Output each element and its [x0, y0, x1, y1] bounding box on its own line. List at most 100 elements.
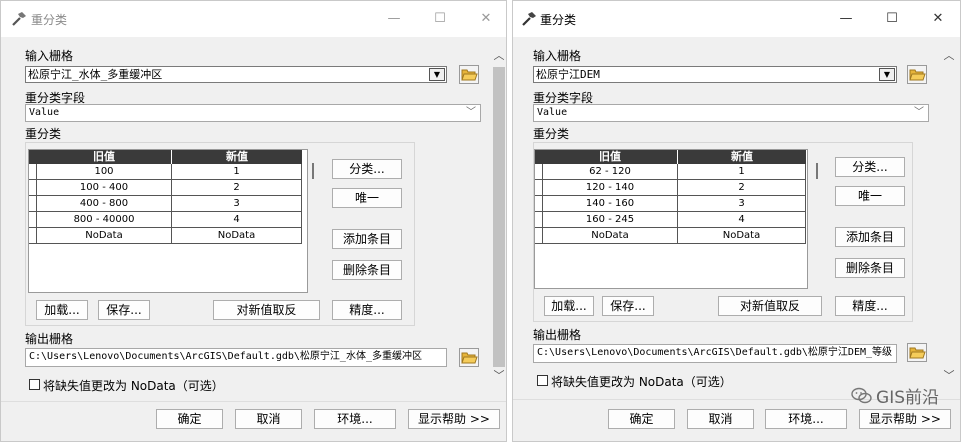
- table-cell-old[interactable]: 100: [37, 164, 172, 180]
- table-cell-new[interactable]: 1: [678, 164, 806, 180]
- watermark: GIS前沿: [851, 383, 939, 410]
- add-entry-button[interactable]: 添加条目: [332, 229, 402, 249]
- table-scroll-indicator: [312, 163, 314, 179]
- output-raster-value: C:\Users\Lenovo\Documents\ArcGIS\Default…: [537, 347, 893, 358]
- scroll-down-icon[interactable]: ﹀: [941, 367, 957, 383]
- input-raster-label: 输入栅格: [25, 49, 74, 63]
- minimize-button[interactable]: —: [823, 1, 869, 37]
- table-cell-old[interactable]: 62 - 120: [543, 164, 678, 180]
- table-cell-old[interactable]: NoData: [37, 228, 172, 244]
- environments-button[interactable]: 环境...: [314, 409, 396, 429]
- input-raster-value: 松原宁江DEM: [536, 68, 600, 81]
- output-raster-input[interactable]: C:\Users\Lenovo\Documents\ArcGIS\Default…: [25, 348, 447, 367]
- form-scrollbar[interactable]: ︿ ﹀: [491, 45, 506, 385]
- row-stub[interactable]: [29, 228, 37, 244]
- reclass-table[interactable]: 旧值 新值 100 1 100 - 400 2 400 - 800 3 800 …: [28, 149, 308, 293]
- table-cell-new[interactable]: 4: [678, 212, 806, 228]
- precision-button[interactable]: 精度...: [835, 296, 905, 316]
- row-stub[interactable]: [29, 196, 37, 212]
- minimize-button[interactable]: —: [371, 1, 417, 37]
- table-cell-new[interactable]: 2: [678, 180, 806, 196]
- ok-button[interactable]: 确定: [608, 409, 675, 429]
- wechat-icon: [851, 387, 873, 410]
- classify-button[interactable]: 分类...: [835, 157, 905, 177]
- output-raster-label: 输出栅格: [25, 332, 74, 346]
- scroll-thumb[interactable]: [493, 67, 505, 367]
- folder-open-icon[interactable]: [459, 348, 479, 367]
- chevron-down-icon[interactable]: ▼: [879, 68, 895, 81]
- delete-entry-button[interactable]: 删除条目: [332, 260, 402, 280]
- folder-open-icon[interactable]: [907, 343, 927, 362]
- save-button[interactable]: 保存...: [98, 300, 150, 320]
- maximize-button[interactable]: ☐: [869, 1, 915, 37]
- output-raster-input[interactable]: C:\Users\Lenovo\Documents\ArcGIS\Default…: [533, 344, 897, 363]
- folder-open-icon[interactable]: [459, 65, 479, 84]
- chevron-down-icon[interactable]: ▼: [429, 68, 445, 81]
- reclass-field-select[interactable]: Value ﹀: [533, 104, 929, 122]
- form-scrollbar[interactable]: ︿ ﹀: [941, 45, 957, 385]
- table-cell-new[interactable]: 2: [172, 180, 302, 196]
- table-cell-old[interactable]: 100 - 400: [37, 180, 172, 196]
- table-cell-new[interactable]: 4: [172, 212, 302, 228]
- table-cell-new[interactable]: NoData: [678, 228, 806, 244]
- table-cell-old[interactable]: NoData: [543, 228, 678, 244]
- table-cell-new[interactable]: 3: [172, 196, 302, 212]
- table-header-new[interactable]: 新值: [678, 150, 806, 164]
- row-stub[interactable]: [29, 212, 37, 228]
- ok-button[interactable]: 确定: [156, 409, 223, 429]
- title-bar[interactable]: 重分类 — ☐ ✕: [1, 1, 506, 37]
- nodata-checkbox-label: 将缺失值更改为 NoData（可选）: [43, 379, 224, 393]
- show-help-button[interactable]: 显示帮助 >>: [859, 409, 951, 429]
- row-stub[interactable]: [535, 212, 543, 228]
- load-button[interactable]: 加载...: [544, 296, 594, 316]
- load-button[interactable]: 加载...: [36, 300, 88, 320]
- reclassification-panel: 旧值 新值 100 1 100 - 400 2 400 - 800 3 800 …: [25, 142, 415, 326]
- row-stub[interactable]: [535, 228, 543, 244]
- table-header-old[interactable]: 旧值: [543, 150, 677, 164]
- reverse-new-values-button[interactable]: 对新值取反: [718, 296, 822, 316]
- chevron-down-icon: ﹀: [466, 107, 476, 118]
- cancel-button[interactable]: 取消: [687, 409, 754, 429]
- table-cell-new[interactable]: NoData: [172, 228, 302, 244]
- reverse-new-values-button[interactable]: 对新值取反: [213, 300, 320, 320]
- nodata-checkbox[interactable]: [537, 375, 548, 386]
- table-header-new[interactable]: 新值: [172, 150, 302, 164]
- close-button[interactable]: ✕: [915, 1, 960, 37]
- input-raster-combobox[interactable]: 松原宁江_水体_多重缓冲区: [25, 66, 447, 83]
- add-entry-button[interactable]: 添加条目: [835, 227, 905, 247]
- output-raster-value: C:\Users\Lenovo\Documents\ArcGIS\Default…: [29, 351, 422, 362]
- table-cell-old[interactable]: 120 - 140: [543, 180, 678, 196]
- table-cell-old[interactable]: 140 - 160: [543, 196, 678, 212]
- show-help-button[interactable]: 显示帮助 >>: [408, 409, 500, 429]
- title-bar[interactable]: 重分类 — ☐ ✕: [513, 1, 960, 37]
- cancel-button[interactable]: 取消: [235, 409, 302, 429]
- table-cell-old[interactable]: 800 - 40000: [37, 212, 172, 228]
- classify-button[interactable]: 分类...: [332, 159, 402, 179]
- table-cell-old[interactable]: 400 - 800: [37, 196, 172, 212]
- row-stub[interactable]: [535, 164, 543, 180]
- input-raster-combobox[interactable]: 松原宁江DEM: [533, 66, 897, 83]
- scroll-up-icon[interactable]: ︿: [941, 47, 957, 63]
- scroll-up-icon[interactable]: ︿: [491, 47, 506, 63]
- table-cell-new[interactable]: 1: [172, 164, 302, 180]
- table-header-old[interactable]: 旧值: [37, 150, 171, 164]
- nodata-checkbox[interactable]: [29, 379, 40, 390]
- row-stub[interactable]: [535, 196, 543, 212]
- table-cell-new[interactable]: 3: [678, 196, 806, 212]
- folder-open-icon[interactable]: [907, 65, 927, 84]
- delete-entry-button[interactable]: 删除条目: [835, 258, 905, 278]
- unique-button[interactable]: 唯一: [332, 188, 402, 208]
- row-stub[interactable]: [29, 164, 37, 180]
- reclass-table[interactable]: 旧值 新值 62 - 120 1 120 - 140 2 140 - 160 3…: [534, 149, 808, 289]
- precision-button[interactable]: 精度...: [332, 300, 402, 320]
- row-stub[interactable]: [535, 180, 543, 196]
- environments-button[interactable]: 环境...: [765, 409, 847, 429]
- close-button[interactable]: ✕: [463, 1, 506, 37]
- table-cell-old[interactable]: 160 - 245: [543, 212, 678, 228]
- maximize-button[interactable]: ☐: [417, 1, 463, 37]
- reclass-field-select[interactable]: Value ﹀: [25, 104, 481, 122]
- scroll-down-icon[interactable]: ﹀: [491, 367, 506, 383]
- unique-button[interactable]: 唯一: [835, 186, 905, 206]
- row-stub[interactable]: [29, 180, 37, 196]
- save-button[interactable]: 保存...: [602, 296, 654, 316]
